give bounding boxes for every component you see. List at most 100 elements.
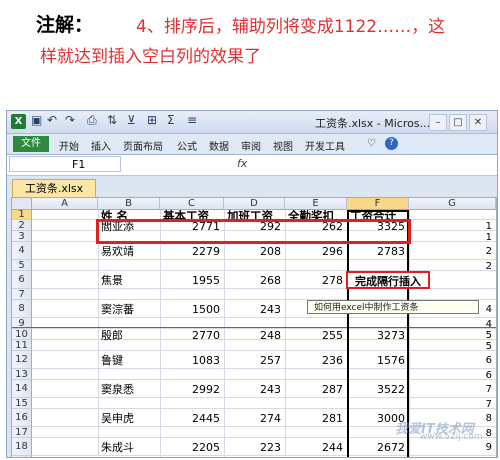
overtime-pay-cell[interactable]: 223 — [227, 441, 281, 454]
helper-column-cell[interactable]: 2 — [412, 245, 492, 258]
tab-page-layout[interactable]: 页面布局 — [123, 138, 163, 153]
restore-icon[interactable]: □ — [449, 114, 467, 131]
tab-view[interactable]: 视图 — [273, 138, 293, 153]
row-header-2[interactable]: 2 — [12, 220, 32, 231]
column-header-a[interactable]: A — [32, 198, 98, 210]
row-header-13[interactable]: 13 — [12, 369, 32, 380]
overtime-pay-cell[interactable]: 243 — [227, 303, 281, 316]
borders-icon[interactable]: ⊞ — [147, 113, 157, 127]
basic-pay-cell[interactable]: 2445 — [163, 412, 220, 425]
row-header-11[interactable]: 11 — [12, 340, 32, 351]
name-cell[interactable]: 易欢靖 — [101, 245, 156, 258]
attendance-bonus-cell[interactable]: 287 — [288, 383, 343, 396]
name-box[interactable]: F1 — [9, 156, 121, 172]
row-header-3[interactable]: 3 — [12, 231, 32, 242]
highlight-box — [96, 219, 411, 244]
helper-column-cell[interactable]: 6 — [412, 369, 492, 382]
row-header-5[interactable]: 5 — [12, 260, 32, 271]
row-header-8[interactable]: 8 — [12, 300, 32, 318]
grid-vline — [224, 210, 225, 457]
helper-column-cell[interactable]: 7 — [412, 398, 492, 411]
basic-pay-cell[interactable]: 1083 — [163, 354, 220, 367]
tab-home[interactable]: 开始 — [59, 138, 79, 153]
print-preview-icon[interactable]: ⎙ — [87, 113, 97, 128]
filter-icon[interactable]: ⊻ — [127, 113, 136, 127]
tab-data[interactable]: 数据 — [209, 138, 229, 153]
attendance-bonus-cell[interactable]: 281 — [288, 412, 343, 425]
align-icon[interactable]: ≡ — [187, 113, 197, 127]
workbook-tab[interactable]: 工资条.xlsx — [12, 179, 96, 198]
attendance-bonus-cell[interactable]: 296 — [288, 245, 343, 258]
overtime-pay-cell[interactable]: 268 — [227, 274, 281, 287]
basic-pay-cell[interactable]: 2992 — [163, 383, 220, 396]
column-header-g[interactable]: G — [409, 198, 496, 210]
row-header-17[interactable]: 17 — [12, 427, 32, 438]
attendance-bonus-cell[interactable]: 244 — [288, 441, 343, 454]
ribbon-collapse-icon[interactable]: ♡ — [367, 138, 376, 149]
row-header-4[interactable]: 4 — [12, 242, 32, 260]
title-bar: X ▣ ↶ ↷ ⎙ ⇅ ⊻ ⊞ Σ ≡ 工资条.xlsx - Micros...… — [7, 111, 497, 134]
row-header-16[interactable]: 16 — [12, 409, 32, 427]
ribbon-tabs: 文件 开始 插入 页面布局 公式 数据 审阅 视图 开发工具 ♡ ? — [7, 134, 497, 155]
tab-formulas[interactable]: 公式 — [177, 138, 197, 153]
helper-column-cell[interactable]: 9 — [412, 441, 492, 454]
tab-insert[interactable]: 插入 — [91, 138, 111, 153]
grid-vline — [98, 210, 99, 457]
helper-column-cell[interactable]: 5 — [412, 340, 492, 353]
callout-box: 完成隔行插入 — [346, 271, 430, 289]
row-header-18[interactable]: 18 — [12, 438, 32, 456]
name-cell[interactable]: 朱成斗 — [101, 441, 156, 454]
name-cell[interactable]: 窦泉悉 — [101, 383, 156, 396]
autosum-icon[interactable]: Σ — [167, 113, 175, 127]
basic-pay-cell[interactable]: 1955 — [163, 274, 220, 287]
overtime-pay-cell[interactable]: 274 — [227, 412, 281, 425]
overtime-pay-cell[interactable]: 208 — [227, 245, 281, 258]
note-line-2: 样就达到插入空白列的效果了 — [40, 47, 261, 67]
tab-review[interactable]: 审阅 — [241, 138, 261, 153]
note-label: 注解： — [36, 14, 94, 36]
close-icon[interactable]: ✕ — [469, 114, 487, 131]
undo-icon[interactable]: ↶ — [47, 113, 57, 127]
excel-icon[interactable]: X — [11, 114, 26, 129]
save-icon[interactable]: ▣ — [31, 113, 42, 127]
row-header-15[interactable]: 15 — [12, 398, 32, 409]
row-header-12[interactable]: 12 — [12, 351, 32, 369]
row-header-14[interactable]: 14 — [12, 380, 32, 398]
row-header-1[interactable]: 1 — [12, 210, 32, 220]
help-icon[interactable]: ? — [385, 137, 398, 150]
minimize-icon[interactable]: – — [429, 114, 447, 131]
note-line-1: 4、排序后，辅助列将变成1122……，这 — [136, 17, 446, 37]
row-header-10[interactable]: 10 — [12, 329, 32, 340]
tab-file[interactable]: 文件 — [13, 136, 49, 152]
fx-icon[interactable]: fx — [237, 157, 247, 170]
helper-column-cell[interactable]: 6 — [412, 354, 492, 367]
attendance-bonus-cell[interactable]: 236 — [288, 354, 343, 367]
formula-bar: F1 fx — [7, 155, 497, 176]
overtime-pay-cell[interactable]: 257 — [227, 354, 281, 367]
name-cell[interactable]: 焦景 — [101, 274, 156, 287]
name-cell[interactable]: 鲁键 — [101, 354, 156, 367]
row-header-7[interactable]: 7 — [12, 289, 32, 300]
attendance-bonus-cell[interactable]: 255 — [288, 329, 343, 342]
overtime-pay-cell[interactable]: 248 — [227, 329, 281, 342]
basic-pay-cell[interactable]: 1500 — [163, 303, 220, 316]
helper-column-cell[interactable]: 7 — [412, 383, 492, 396]
row-header-6[interactable]: 6 — [12, 271, 32, 289]
basic-pay-cell[interactable]: 2205 — [163, 441, 220, 454]
redo-icon[interactable]: ↷ — [65, 113, 75, 127]
tab-developer[interactable]: 开发工具 — [305, 138, 345, 153]
watermark-url: www.52ij.com — [420, 432, 483, 442]
overtime-pay-cell[interactable]: 243 — [227, 383, 281, 396]
basic-pay-cell[interactable]: 2279 — [163, 245, 220, 258]
row-header-19[interactable]: 19 — [12, 456, 32, 457]
grid-vline — [285, 210, 286, 457]
basic-pay-cell[interactable]: 2770 — [163, 329, 220, 342]
name-cell[interactable]: 殷郎 — [101, 329, 156, 342]
red-separator-line — [12, 327, 496, 328]
name-cell[interactable]: 窦淙蕃 — [101, 303, 156, 316]
helper-column-cell[interactable]: 1 — [412, 231, 492, 244]
attendance-bonus-cell[interactable]: 278 — [288, 274, 343, 287]
name-cell[interactable]: 吴申虎 — [101, 412, 156, 425]
sort-icon[interactable]: ⇅ — [107, 113, 117, 127]
helper-column-cell[interactable]: 9 — [412, 456, 492, 457]
